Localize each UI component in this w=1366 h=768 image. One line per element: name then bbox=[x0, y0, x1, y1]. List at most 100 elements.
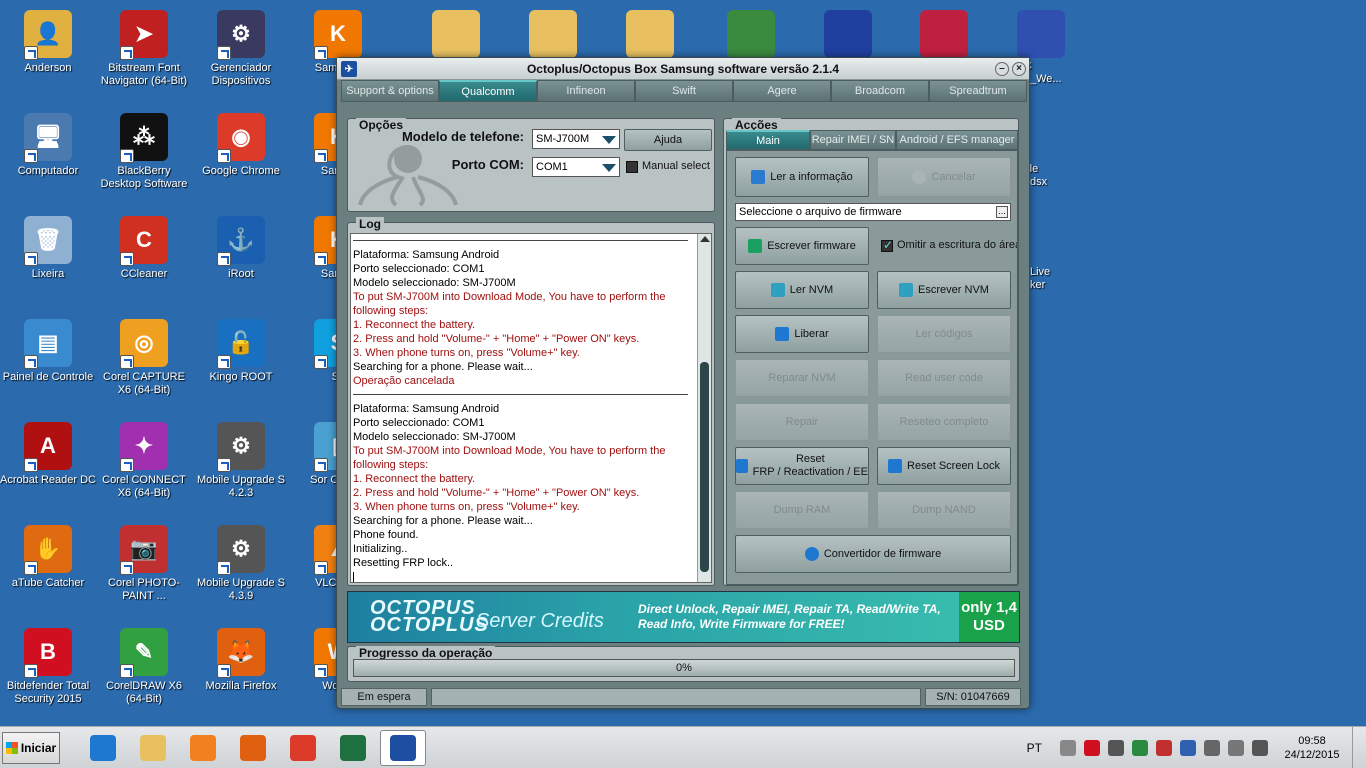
tab-support-options[interactable]: Support & options bbox=[341, 80, 439, 102]
desktop-icon[interactable]: ⚙ Mobile Upgrade S 4.3.9 bbox=[193, 525, 289, 603]
device-tray-icon[interactable] bbox=[1180, 740, 1196, 756]
show-desktop-button[interactable] bbox=[1352, 727, 1366, 768]
write-nvm-button[interactable]: Escrever NVM bbox=[877, 271, 1011, 309]
desktop-icon[interactable] bbox=[505, 10, 601, 62]
app-icon: ▤ bbox=[24, 319, 72, 369]
start-button[interactable]: Iniciar bbox=[2, 732, 60, 764]
desktop-icon[interactable]: ➤ Bitstream Font Navigator (64-Bit) bbox=[96, 10, 192, 88]
desktop-icon-label: Anderson bbox=[24, 62, 72, 74]
banner-description: Direct Unlock, Repair IMEI, Repair TA, R… bbox=[638, 602, 958, 632]
network-tray-icon[interactable] bbox=[1108, 740, 1124, 756]
close-button[interactable]: × bbox=[1012, 62, 1026, 76]
desktop-icon[interactable] bbox=[703, 10, 799, 62]
desktop-icon[interactable] bbox=[800, 10, 896, 62]
desktop-icon[interactable]: 🦊 Mozilla Firefox bbox=[193, 628, 289, 693]
bitdefender-tray-icon[interactable] bbox=[1084, 740, 1100, 756]
desktop-icon[interactable]: A Acrobat Reader DC bbox=[0, 422, 96, 487]
ccleaner-tray-icon[interactable] bbox=[1156, 740, 1172, 756]
subtab-android-efs[interactable]: Android / EFS manager bbox=[896, 130, 1018, 150]
desktop-icon[interactable]: ✦ Corel CONNECT X6 (64-Bit) bbox=[96, 422, 192, 500]
desktop-icon[interactable] bbox=[896, 10, 992, 62]
dump-ram-button[interactable]: Dump RAM bbox=[735, 491, 869, 529]
desktop-icon[interactable]: ▤ Painel de Controle bbox=[0, 319, 96, 384]
document-icon bbox=[751, 170, 766, 184]
log-line: Operação cancelada bbox=[353, 375, 455, 387]
desktop-icon[interactable] bbox=[993, 10, 1089, 62]
desktop-icon[interactable]: ⚙ Mobile Upgrade S 4.2.3 bbox=[193, 422, 289, 500]
tab-spreadtrum[interactable]: Spreadtrum bbox=[929, 80, 1027, 102]
help-button[interactable]: Ajuda bbox=[624, 129, 712, 151]
tab-broadcom[interactable]: Broadcom bbox=[831, 80, 929, 102]
desktop-icon[interactable]: 🖥 Computador bbox=[0, 113, 96, 178]
tab-agere[interactable]: Agere bbox=[733, 80, 831, 102]
monitor-tray-icon[interactable] bbox=[1204, 740, 1220, 756]
server-credits-banner[interactable]: OCTOPUS OCTOPLUS Server Credits Direct U… bbox=[347, 591, 1020, 643]
taskbar-app-ie[interactable] bbox=[80, 730, 126, 766]
keyboard-icon[interactable] bbox=[1060, 740, 1076, 756]
taskbar-app-firefox[interactable] bbox=[230, 730, 276, 766]
skip-area-checkbox[interactable] bbox=[881, 238, 893, 252]
desktop-icon[interactable]: 🗑 Lixeira bbox=[0, 216, 96, 281]
desktop-icon[interactable]: ⚓ iRoot bbox=[193, 216, 289, 281]
desktop-icon-label: BlackBerry Desktop Software bbox=[100, 165, 188, 190]
desktop-icon[interactable]: 📷 Corel PHOTO-PAINT ... bbox=[96, 525, 192, 603]
reset-frp-button[interactable]: Reset FRP / Reactivation / EE bbox=[735, 447, 869, 485]
flag-tray-icon[interactable] bbox=[1228, 740, 1244, 756]
desktop-icon[interactable]: C CCleaner bbox=[96, 216, 192, 281]
taskbar-app-octoplus[interactable] bbox=[380, 730, 426, 766]
app-icon: ⚙ bbox=[217, 422, 265, 472]
status-bar: Em espera S/N: 01047669 bbox=[341, 688, 1027, 706]
desktop-icon[interactable]: ◎ Corel CAPTURE X6 (64-Bit) bbox=[96, 319, 192, 397]
tab-swift[interactable]: Swift bbox=[635, 80, 733, 102]
taskbar-app-chrome[interactable] bbox=[280, 730, 326, 766]
desktop-icon[interactable]: ⁂ BlackBerry Desktop Software bbox=[96, 113, 192, 191]
desktop-icon[interactable]: B Bitdefender Total Security 2015 bbox=[0, 628, 96, 706]
subtab-main[interactable]: Main bbox=[726, 130, 810, 150]
desktop-icon[interactable]: 👤 Anderson bbox=[0, 10, 96, 75]
taskbar-app-excel[interactable] bbox=[330, 730, 376, 766]
log-scrollbar[interactable] bbox=[697, 234, 711, 582]
firmware-file-input[interactable]: Seleccione o arquivo de firmware ... bbox=[735, 203, 1011, 221]
shortcut-arrow-icon bbox=[24, 458, 38, 472]
desktop-icon[interactable] bbox=[602, 10, 698, 62]
desktop-icon-label: CorelDRAW X6 (64-Bit) bbox=[106, 680, 182, 705]
desktop-icon[interactable]: ◉ Google Chrome bbox=[193, 113, 289, 178]
read-info-button[interactable]: Ler a informação bbox=[735, 157, 869, 197]
tab-infineon[interactable]: Infineon bbox=[537, 80, 635, 102]
language-indicator[interactable]: PT bbox=[1027, 741, 1042, 755]
reset-screen-lock-button[interactable]: Reset Screen Lock bbox=[877, 447, 1011, 485]
log-textarea[interactable]: Plataforma: Samsung Android Porto selecci… bbox=[350, 233, 712, 583]
title-bar[interactable]: ✈ Octoplus/Octopus Box Samsung software … bbox=[337, 58, 1029, 80]
taskbar-app-explorer[interactable] bbox=[130, 730, 176, 766]
firmware-converter-button[interactable]: Convertidor de firmware bbox=[735, 535, 1011, 573]
repair-button[interactable]: Repair bbox=[735, 403, 869, 441]
read-nvm-button[interactable]: Ler NVM bbox=[735, 271, 869, 309]
full-reset-button[interactable]: Reseteo completo bbox=[877, 403, 1011, 441]
security-tray-icon[interactable] bbox=[1132, 740, 1148, 756]
desktop-icon[interactable]: 🔓 Kingo ROOT bbox=[193, 319, 289, 384]
scroll-up-icon[interactable] bbox=[700, 236, 710, 242]
scroll-thumb[interactable] bbox=[700, 362, 709, 572]
unlock-button[interactable]: Liberar bbox=[735, 315, 869, 353]
desktop-icon[interactable]: ✋ aTube Catcher bbox=[0, 525, 96, 590]
read-user-code-button[interactable]: Read user code bbox=[877, 359, 1011, 397]
tab-qualcomm[interactable]: Qualcomm bbox=[439, 80, 537, 102]
model-select[interactable]: SM-J700M bbox=[532, 129, 620, 149]
subtab-repair-imei[interactable]: Repair IMEI / SN bbox=[810, 130, 896, 150]
volume-icon[interactable] bbox=[1252, 740, 1268, 756]
manual-select-checkbox[interactable] bbox=[626, 161, 638, 173]
app-icon bbox=[529, 10, 577, 58]
repair-nvm-button[interactable]: Reparar NVM bbox=[735, 359, 869, 397]
cancel-button[interactable]: Cancelar bbox=[877, 157, 1011, 197]
desktop-icon[interactable]: ⚙ Gerenciador Dispositivos bbox=[193, 10, 289, 88]
dump-nand-button[interactable]: Dump NAND bbox=[877, 491, 1011, 529]
com-port-select[interactable]: COM1 bbox=[532, 157, 620, 177]
clock[interactable]: 09:58 24/12/2015 bbox=[1272, 734, 1352, 762]
taskbar-app-media[interactable] bbox=[180, 730, 226, 766]
minimize-button[interactable]: – bbox=[995, 62, 1009, 76]
write-firmware-button[interactable]: Escrever firmware bbox=[735, 227, 869, 265]
read-codes-button[interactable]: Ler códigos bbox=[877, 315, 1011, 353]
desktop-icon[interactable]: ✎ CorelDRAW X6 (64-Bit) bbox=[96, 628, 192, 706]
desktop-icon[interactable] bbox=[408, 10, 504, 62]
browse-button[interactable]: ... bbox=[996, 206, 1008, 218]
